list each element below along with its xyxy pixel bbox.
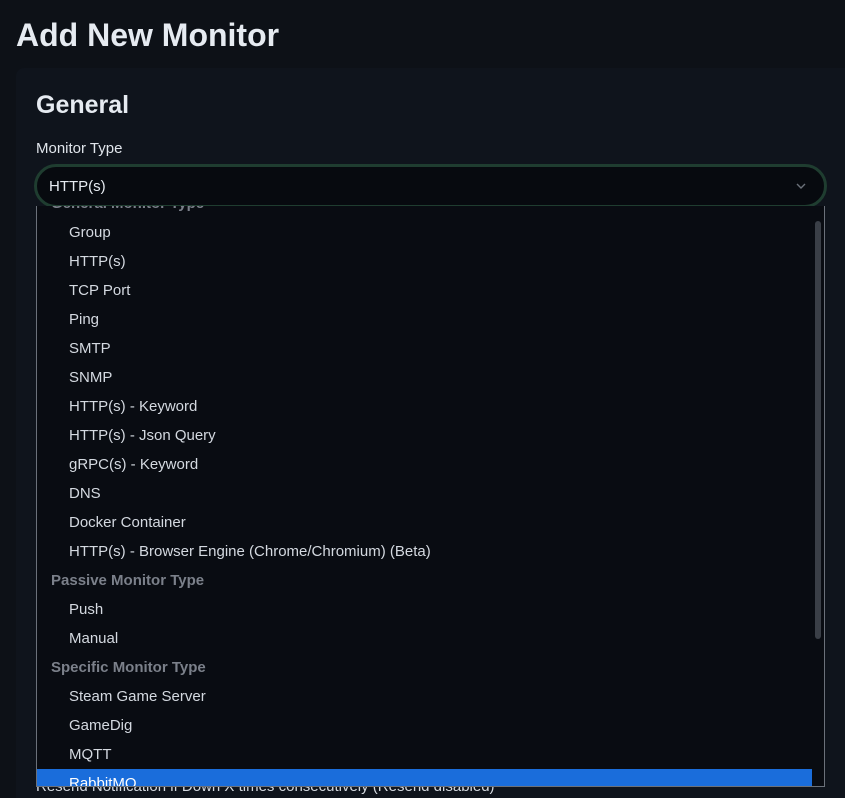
option-http-keyword[interactable]: HTTP(s) - Keyword [37, 392, 814, 421]
option-rabbitmq[interactable]: RabbitMQ [37, 769, 814, 786]
option-tcp-port[interactable]: TCP Port [37, 276, 814, 305]
chevron-down-icon [796, 183, 806, 189]
monitor-type-options: General Monitor Type Group HTTP(s) TCP P… [37, 206, 814, 786]
dropdown-scrollbar[interactable] [812, 206, 824, 786]
option-grpc-keyword[interactable]: gRPC(s) - Keyword [37, 450, 814, 479]
resend-notification-label: Resend Notification if Down X times cons… [36, 787, 636, 798]
resend-notification-text: Resend Notification if Down X times cons… [36, 787, 495, 796]
option-docker-container[interactable]: Docker Container [37, 508, 814, 537]
option-push[interactable]: Push [37, 595, 814, 624]
option-smtp[interactable]: SMTP [37, 334, 814, 363]
monitor-type-select[interactable]: HTTP(s) [34, 164, 827, 208]
option-group-label: Passive Monitor Type [51, 572, 205, 589]
option-dns[interactable]: DNS [37, 479, 814, 508]
option-group-label: General Monitor Type [37, 206, 814, 218]
option-mqtt[interactable]: MQTT [37, 740, 814, 769]
page-title: Add New Monitor [16, 17, 280, 53]
option-gamedig[interactable]: GameDig [37, 711, 814, 740]
option-http-browser-engine[interactable]: HTTP(s) - Browser Engine (Chrome/Chromiu… [37, 537, 814, 566]
monitor-type-dropdown[interactable]: General Monitor Type Group HTTP(s) TCP P… [36, 206, 825, 787]
option-http-json-query[interactable]: HTTP(s) - Json Query [37, 421, 814, 450]
option-snmp[interactable]: SNMP [37, 363, 814, 392]
option-manual[interactable]: Manual [37, 624, 814, 653]
option-group[interactable]: Group [37, 218, 814, 247]
option-http[interactable]: HTTP(s) [37, 247, 814, 276]
monitor-type-label: Monitor Type [36, 140, 123, 157]
option-steam-game-server[interactable]: Steam Game Server [37, 682, 814, 711]
section-title: General [36, 91, 130, 119]
monitor-type-selected-value: HTTP(s) [49, 178, 106, 195]
option-ping[interactable]: Ping [37, 305, 814, 334]
option-group-label: Specific Monitor Type [51, 659, 206, 676]
dropdown-scrollbar-thumb[interactable] [815, 221, 821, 639]
